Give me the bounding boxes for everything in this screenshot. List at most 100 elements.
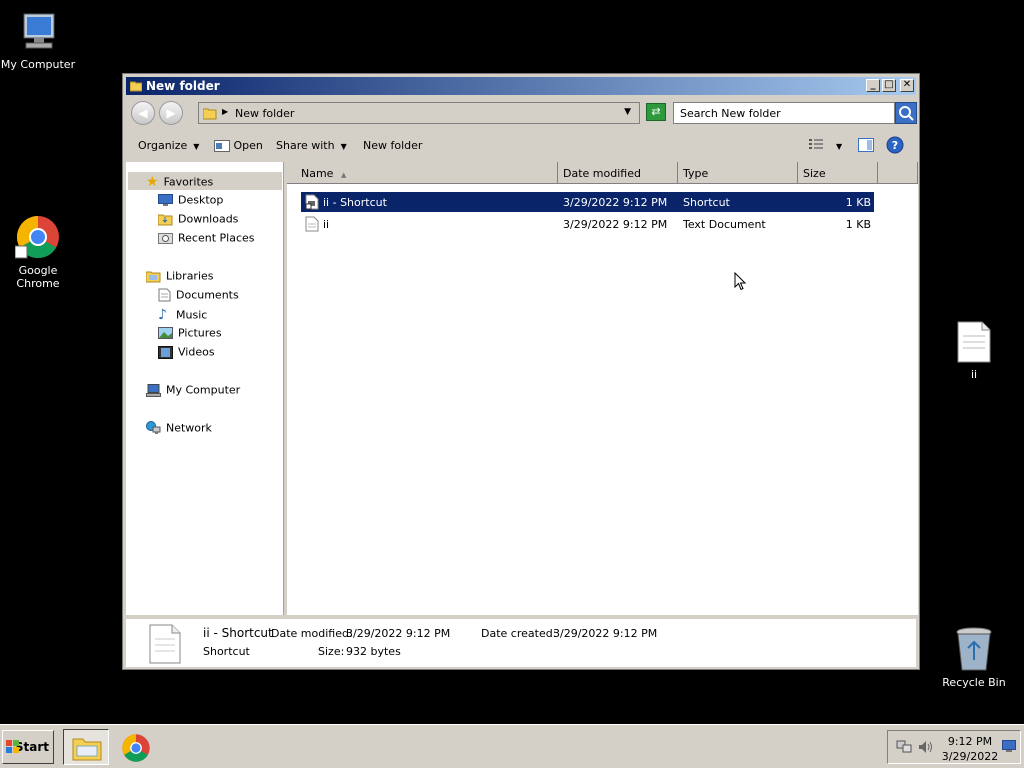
maximize-button[interactable]: □ <box>882 79 896 92</box>
column-header-empty <box>878 162 918 184</box>
preview-pane-button[interactable] <box>858 137 874 156</box>
search-placeholder: Search New folder <box>680 107 781 120</box>
forward-button[interactable]: ▶ <box>159 101 183 125</box>
nav-item-documents[interactable]: Documents <box>158 288 239 304</box>
column-label: Name <box>301 167 334 180</box>
explorer-folder-icon <box>72 738 102 761</box>
file-name: ii - Shortcut <box>323 196 387 209</box>
details-size-value: 932 bytes <box>346 645 401 658</box>
column-label: Size <box>803 167 826 180</box>
search-input[interactable]: Search New folder <box>673 102 917 124</box>
details-file-type: Shortcut <box>203 645 250 658</box>
file-size: 1 KB <box>845 218 871 231</box>
column-label: Date modified <box>563 167 641 180</box>
details-created-value: 3/29/2022 9:12 PM <box>553 627 658 640</box>
new-folder-button[interactable]: New folder <box>363 139 422 152</box>
nav-label: Network <box>166 421 212 435</box>
nav-item-desktop[interactable]: Desktop <box>158 193 223 209</box>
open-button[interactable]: Open <box>214 139 263 152</box>
close-button[interactable]: ✕ <box>900 79 914 92</box>
file-date: 3/29/2022 9:12 PM <box>563 218 668 231</box>
share-with-button[interactable]: Share with ▼ <box>276 139 347 152</box>
taskbar-explorer-button[interactable] <box>63 729 109 765</box>
pictures-icon <box>158 327 173 339</box>
libraries-icon <box>146 271 161 282</box>
organize-button[interactable]: Organize ▼ <box>138 139 199 152</box>
folder-icon <box>130 81 142 92</box>
nav-label: Videos <box>178 345 215 359</box>
nav-item-network[interactable]: Network <box>146 421 212 437</box>
music-note-icon: ♪ <box>158 307 167 323</box>
nav-label: Favorites <box>163 175 214 189</box>
help-icon: ? <box>886 136 904 154</box>
chrome-icon <box>122 734 150 762</box>
help-button[interactable]: ? <box>886 136 904 157</box>
volume-icon[interactable] <box>918 740 934 754</box>
shortcut-file-icon <box>305 194 319 210</box>
nav-label: Pictures <box>178 326 222 340</box>
star-icon: ★ <box>146 174 159 190</box>
clock[interactable]: 9:12 PM 3/29/2022 <box>940 734 1000 764</box>
view-dropdown-button[interactable]: ▼ <box>836 139 842 152</box>
table-row[interactable]: ii 3/29/2022 9:12 PM Text Document 1 KB <box>301 214 874 234</box>
downloads-folder-icon <box>158 214 173 225</box>
column-header-date-modified[interactable]: Date modified <box>558 162 678 184</box>
details-file-name: ii - Shortcut <box>203 626 273 640</box>
file-type: Shortcut <box>683 196 730 209</box>
nav-item-favorites[interactable]: ★ Favorites <box>146 174 213 190</box>
nav-label: Recent Places <box>178 231 255 245</box>
view-options-button[interactable] <box>808 137 824 154</box>
back-button[interactable]: ◀ <box>131 101 155 125</box>
start-button[interactable]: Start <box>2 730 54 764</box>
desktop-icon-recycle-bin[interactable]: Recycle Bin <box>932 626 1016 689</box>
table-row[interactable]: ii - Shortcut 3/29/2022 9:12 PM Shortcut… <box>301 192 874 212</box>
refresh-button[interactable]: ⇄ <box>646 103 666 121</box>
nav-label: Downloads <box>178 212 239 226</box>
preview-pane-icon <box>858 138 874 152</box>
new-folder-label: New folder <box>363 139 423 152</box>
nav-item-videos[interactable]: Videos <box>158 345 215 361</box>
nav-item-libraries[interactable]: Libraries <box>146 269 214 285</box>
folder-icon <box>203 108 217 120</box>
videos-icon <box>158 345 173 359</box>
details-pane: ii - Shortcut Date modified: 3/29/2022 9… <box>126 619 916 667</box>
address-text: New folder <box>235 107 295 120</box>
clock-date: 3/29/2022 <box>941 750 999 763</box>
desktop-icon-label: Google Chrome <box>16 264 60 290</box>
file-type: Text Document <box>683 218 766 231</box>
column-header-name[interactable]: Name ▲ <box>287 162 558 184</box>
nav-item-music[interactable]: ♪ Music <box>158 307 207 323</box>
nav-item-recent-places[interactable]: Recent Places <box>158 231 255 247</box>
address-bar[interactable]: ▶ New folder ▼ <box>198 102 640 124</box>
search-button[interactable] <box>895 102 917 124</box>
column-header-size[interactable]: Size <box>798 162 878 184</box>
column-header-type[interactable]: Type <box>678 162 798 184</box>
desktop-icon-label: Recycle Bin <box>942 676 1006 689</box>
nav-item-downloads[interactable]: Downloads <box>158 212 238 228</box>
chevron-down-icon[interactable]: ▼ <box>624 107 631 117</box>
taskbar: Start 9:12 PM 3/29/2022 <box>0 724 1024 768</box>
file-name: ii <box>323 218 330 231</box>
system-tray: 9:12 PM 3/29/2022 <box>887 730 1021 764</box>
column-label: Type <box>683 167 709 180</box>
window-title: New folder <box>146 79 220 93</box>
nav-item-my-computer[interactable]: My Computer <box>146 383 240 399</box>
nav-item-pictures[interactable]: Pictures <box>158 326 222 342</box>
desktop-icon-label: My Computer <box>0 58 76 71</box>
title-bar[interactable]: New folder _ □ ✕ <box>126 77 916 95</box>
clock-time: 9:12 PM <box>947 735 993 748</box>
sort-ascending-icon: ▲ <box>340 171 347 179</box>
nav-label: My Computer <box>166 383 241 397</box>
svg-text:?: ? <box>892 139 898 152</box>
network-tray-icon[interactable] <box>896 740 912 754</box>
desktop-icon-google-chrome[interactable]: Google Chrome <box>0 214 80 290</box>
taskbar-chrome-button[interactable] <box>113 729 159 765</box>
desktop-icon-ii[interactable]: ii <box>932 320 1016 381</box>
desktop-icon-my-computer[interactable]: My Computer <box>0 10 80 71</box>
windows-logo-icon <box>6 740 19 753</box>
nav-label: Documents <box>176 288 239 302</box>
show-desktop-icon[interactable] <box>1002 740 1016 752</box>
breadcrumb-chevron-icon[interactable]: ▶ <box>222 107 228 116</box>
minimize-button[interactable]: _ <box>866 79 880 92</box>
text-document-icon <box>957 321 991 363</box>
